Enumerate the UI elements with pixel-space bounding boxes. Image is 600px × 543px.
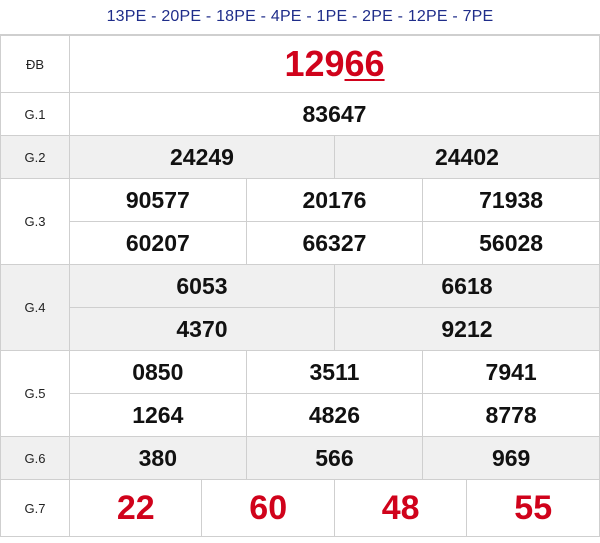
g3-number: 71938 [422, 178, 600, 222]
row-g5: G.5 0850 3511 7941 [0, 350, 600, 437]
row-g6: G.6 380 566 969 [0, 436, 600, 480]
label-g1: G.1 [0, 92, 70, 136]
g5-number: 8778 [422, 393, 600, 437]
row-g3: G.3 90577 20176 71938 [0, 178, 600, 265]
g4-number: 9212 [333, 307, 600, 351]
lottery-results-table: ĐB 12966 G.1 83647 G.2 24249 24402 G.3 9… [0, 35, 600, 537]
g7-number: 60 [201, 479, 335, 537]
g3-number: 60207 [69, 221, 247, 265]
label-g6: G.6 [0, 436, 70, 480]
g5-number: 0850 [69, 350, 247, 394]
special-prize-head: 129 [284, 43, 345, 84]
g5-number: 1264 [69, 393, 247, 437]
row-g2: G.2 24249 24402 [0, 135, 600, 179]
g3-number: 20176 [245, 178, 424, 222]
g3-number: 66327 [245, 221, 424, 265]
label-g5: G.5 [0, 350, 70, 437]
row-g4: G.4 6053 6618 [0, 264, 600, 351]
g6-number: 566 [245, 436, 424, 480]
g4-number: 6618 [333, 264, 600, 308]
g2-number: 24402 [333, 135, 600, 179]
g6-number: 380 [69, 436, 247, 480]
g7-number: 55 [466, 479, 600, 537]
g5-number: 7941 [422, 350, 600, 394]
g6-number: 969 [422, 436, 600, 480]
g5-number: 4826 [245, 393, 424, 437]
row-g1: G.1 83647 [0, 92, 600, 136]
g4-number: 6053 [69, 264, 335, 308]
g2-number: 24249 [69, 135, 335, 179]
province-codes-header: 13PE - 20PE - 18PE - 4PE - 1PE - 2PE - 1… [0, 0, 600, 35]
row-g4: 4370 9212 [1, 307, 600, 351]
label-g4: G.4 [0, 264, 70, 351]
label-g3: G.3 [0, 178, 70, 265]
row-g3: 60207 66327 56028 [1, 221, 600, 265]
label-g2: G.2 [0, 135, 70, 179]
g3-number: 90577 [69, 178, 247, 222]
g5-number: 3511 [245, 350, 424, 394]
g7-number: 48 [333, 479, 468, 537]
label-g7: G.7 [0, 479, 70, 537]
g3-number: 56028 [422, 221, 600, 265]
row-g5: 1264 4826 8778 [1, 393, 600, 437]
g4-number: 4370 [69, 307, 335, 351]
g1-number: 83647 [69, 92, 600, 136]
row-special-prize: ĐB 12966 [0, 35, 600, 93]
label-special: ĐB [0, 35, 70, 93]
row-g7: G.7 22 60 48 55 [0, 479, 600, 537]
g7-number: 22 [68, 479, 203, 537]
special-prize-number: 12966 [69, 35, 600, 93]
special-prize-tail: 66 [344, 43, 385, 84]
